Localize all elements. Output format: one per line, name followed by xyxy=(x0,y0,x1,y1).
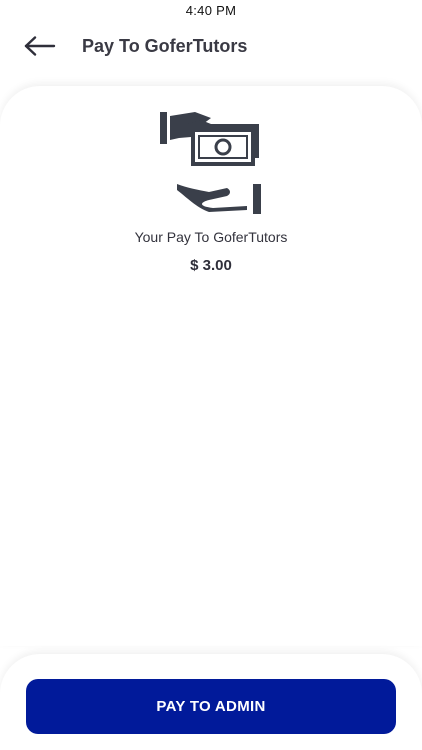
pay-to-admin-button[interactable]: PAY TO ADMIN xyxy=(26,679,396,734)
header: Pay To GoferTutors xyxy=(0,26,422,66)
pay-label: Your Pay To GoferTutors xyxy=(134,229,288,245)
page-title: Pay To GoferTutors xyxy=(82,36,248,56)
status-time: 4:40 PM xyxy=(185,3,237,18)
back-button[interactable] xyxy=(20,30,60,62)
status-bar: 4:40 PM xyxy=(0,0,422,22)
arrow-left-icon xyxy=(24,36,56,56)
payment-screen: 4:40 PM Pay To GoferTutors Your Pay To G… xyxy=(0,0,422,750)
pay-amount: $ 3.00 xyxy=(190,257,232,274)
hand-giving-money-icon xyxy=(160,112,261,214)
